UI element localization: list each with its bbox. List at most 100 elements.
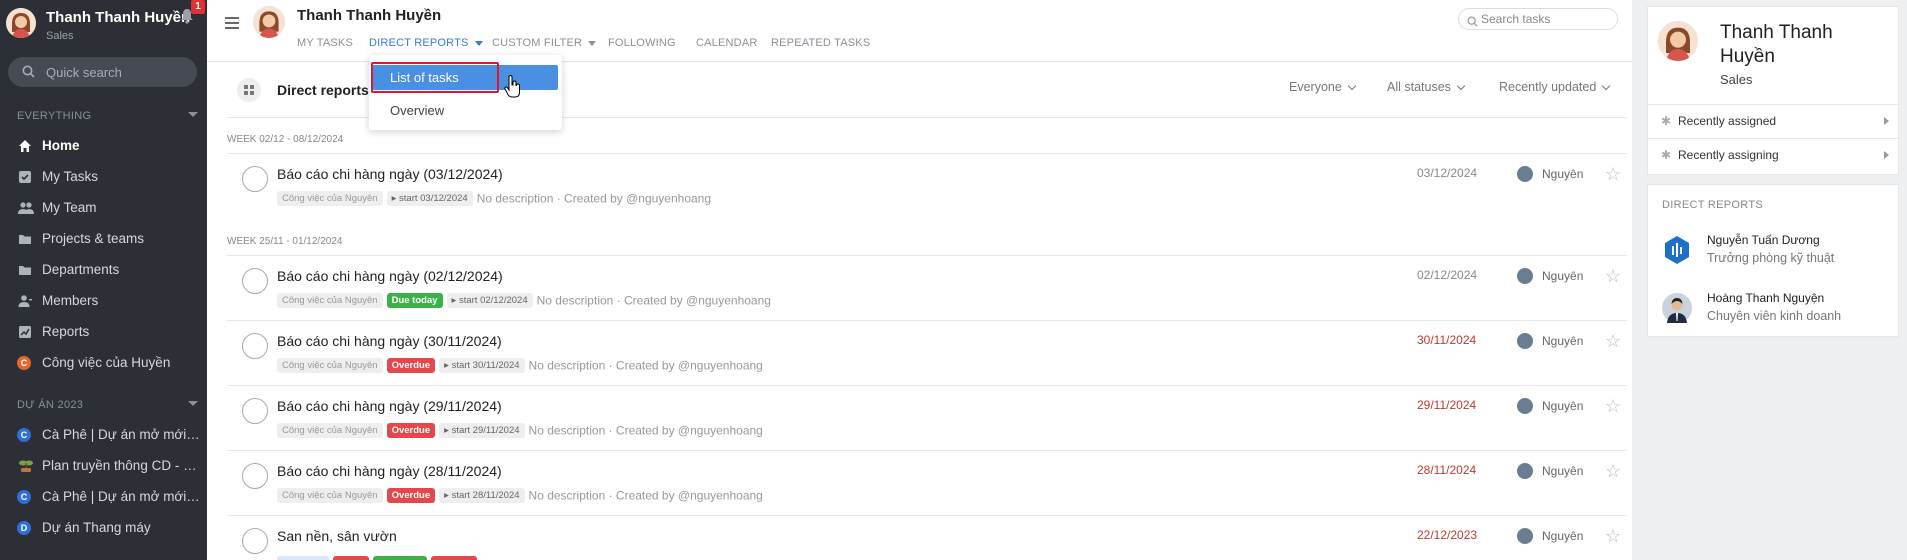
direct-report-item[interactable]: Nguyễn Tuấn Dương Trưởng phòng kỹ thuật [1662,233,1897,273]
sidebar-item-cong-viec[interactable]: C Công việc của Huyền [0,348,207,379]
task-title[interactable]: Báo cáo chi hàng ngày (30/11/2024) [277,333,502,349]
tab-custom-filter[interactable]: CUSTOM FILTER [492,37,597,49]
header-user-name: Thanh Thanh Huyền [297,7,442,24]
start-date-chip: ▸ start 28/11/2024 [439,488,525,503]
complete-checkbox[interactable] [242,398,268,424]
project-initial-icon: C [17,428,31,442]
complete-checkbox[interactable] [242,166,268,192]
sidebar-project-item[interactable]: D Dự án Thang máy [0,513,207,544]
task-row[interactable]: San nền, sân vườn 22/12/2023 Nguyên ☆ [227,515,1627,560]
header-avatar[interactable] [253,6,285,38]
recently-assigned-row[interactable]: ✱ Recently assigned [1648,104,1900,136]
filter-status[interactable]: All statuses [1387,80,1466,94]
filter-label: Everyone [1289,80,1342,94]
filter-people[interactable]: Everyone [1289,80,1357,94]
complete-checkbox[interactable] [242,333,268,359]
sidebar-project-item[interactable]: C Cà Phê | Dự án mở mới V... [0,482,207,513]
tab-repeated-tasks[interactable]: REPEATED TASKS [771,37,870,49]
sidebar-project-item[interactable]: C Cà Phê | Dự án mở mới c... [0,420,207,451]
section-title: DIRECT REPORTS [1662,199,1763,211]
task-meta: Công việc của Nguyên ▸ start 03/12/2024 No… [277,191,712,206]
dropdown-item-overview[interactable]: Overview [390,103,444,118]
caret-down-icon [588,40,597,46]
task-title[interactable]: Báo cáo chi hàng ngày (03/12/2024) [277,166,503,182]
sidebar-item-label: Plan truyền thông CD - M... [42,458,200,473]
due-date: 30/11/2024 [1417,333,1477,347]
sidebar-user-name: Thanh Thanh Huyền [46,9,191,26]
sidebar-item-departments[interactable]: Departments [0,255,207,286]
star-icon[interactable]: ☆ [1605,164,1621,185]
sidebar-item-projects[interactable]: Projects & teams [0,224,207,255]
tab-following[interactable]: FOLLOWING [608,37,676,49]
start-date-chip: ▸ start 03/12/2024 [386,191,473,206]
sidebar-item-label: Dự án Thang máy [42,520,151,535]
task-description: No description · Created by @nguyenhoang [476,191,712,206]
top-header: Thanh Thanh Huyền MY TASKS DIRECT REPORT… [207,0,1632,62]
star-icon[interactable]: ☆ [1605,331,1621,352]
folder-icon [18,232,32,246]
complete-checkbox[interactable] [242,463,268,489]
chevron-down-icon[interactable] [188,401,198,406]
task-title[interactable]: Báo cáo chi hàng ngày (02/12/2024) [277,268,503,284]
sidebar-item-label: Members [42,293,99,308]
quick-search-input[interactable]: Quick search [8,57,197,87]
star-icon[interactable]: ☆ [1605,461,1621,482]
project-tag[interactable]: Công việc của Nguyên [277,293,383,308]
avatar [1662,235,1692,265]
sidebar-item-my-team[interactable]: My Team [0,193,207,224]
assignee-name: Nguyên [1542,269,1584,283]
task-row[interactable]: Báo cáo chi hàng ngày (28/11/2024) Công … [227,450,1627,514]
grid-icon[interactable] [237,78,261,102]
project-tag[interactable]: Công việc của Nguyên [277,488,383,503]
report-role: Trưởng phòng kỹ thuật [1707,251,1835,265]
folder-icon [18,263,32,277]
chevron-down-icon[interactable] [188,112,198,117]
assignee-avatar [1517,166,1533,182]
recently-assigning-row[interactable]: ✱ Recently assigning [1648,138,1900,170]
task-meta [277,556,481,560]
sidebar-item-label: My Tasks [42,169,99,184]
week-header: WEEK 25/11 - 01/12/2024 [227,236,343,247]
task-meta: Công việc của Nguyên Overdue ▸ start 29/11… [277,423,763,438]
sidebar-item-members[interactable]: Members [0,286,207,317]
complete-checkbox[interactable] [242,268,268,294]
tab-direct-reports[interactable]: DIRECT REPORTS [369,37,483,49]
assignee-avatar [1517,463,1533,479]
sidebar-item-home[interactable]: Home [0,131,207,162]
star-icon[interactable]: ☆ [1605,396,1621,417]
task-title[interactable]: San nền, sân vườn [277,528,397,544]
star-icon[interactable]: ☆ [1605,266,1621,287]
section-everything: EVERYTHING [17,110,92,122]
task-row[interactable]: Báo cáo chi hàng ngày (29/11/2024) Công … [227,385,1627,449]
user-avatar[interactable] [6,8,36,38]
project-tag[interactable]: Công việc của Nguyên [277,191,383,206]
week-header: WEEK 02/12 - 08/12/2024 [227,134,344,145]
sidebar-item-my-tasks[interactable]: My Tasks [0,162,207,193]
start-date-label: start 02/12/2024 [458,295,528,306]
task-row[interactable]: Báo cáo chi hàng ngày (30/11/2024) Công … [227,320,1627,384]
project-tag[interactable]: Công việc của Nguyên [277,358,383,373]
tab-calendar[interactable]: CALENDAR [696,37,758,49]
hamburger-menu-icon[interactable] [225,17,239,29]
right-panel: Thanh Thanh Huyền Sales ✱ Recently assig… [1632,0,1907,560]
sidebar-item-reports[interactable]: Reports [0,317,207,348]
filter-sort[interactable]: Recently updated [1499,80,1611,94]
complete-checkbox[interactable] [242,528,268,554]
task-row[interactable]: Báo cáo chi hàng ngày (02/12/2024) Công … [227,255,1627,319]
sidebar-user[interactable]: Thanh Thanh Huyền Sales [6,6,202,46]
assignee-avatar [1517,333,1533,349]
project-tag[interactable]: Công việc của Nguyên [277,423,383,438]
tab-my-tasks[interactable]: MY TASKS [297,37,353,49]
report-name: Hoàng Thanh Nguyện [1707,291,1825,305]
sidebar-project-item[interactable]: Plan truyền thông CD - M... [0,451,207,482]
search-tasks-input[interactable]: Search tasks [1458,8,1618,30]
assignee-name: Nguyên [1542,529,1584,543]
task-description: No description · Created by @nguyenhoang [528,358,763,373]
avatar[interactable] [1658,21,1698,61]
task-title[interactable]: Báo cáo chi hàng ngày (29/11/2024) [277,398,502,414]
direct-report-item[interactable]: Hoàng Thanh Nguyện Chuyên viên kinh doan… [1662,291,1897,331]
task-title[interactable]: Báo cáo chi hàng ngày (28/11/2024) [277,463,502,479]
dropdown-item-label[interactable]: List of tasks [390,70,459,85]
task-row[interactable]: Báo cáo chi hàng ngày (03/12/2024) Công … [227,153,1627,217]
star-icon[interactable]: ☆ [1605,526,1621,547]
